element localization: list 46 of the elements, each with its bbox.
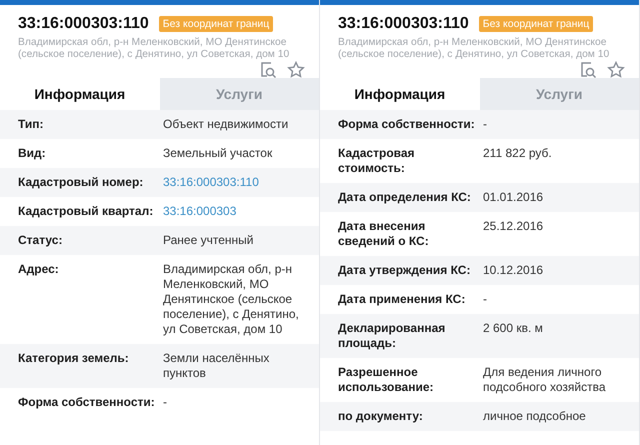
field-label: Декларированная площадь: [338, 321, 446, 351]
star-icon[interactable] [607, 61, 625, 79]
tab[interactable]: Услуги [480, 78, 639, 110]
star-icon[interactable] [287, 61, 305, 79]
field-value: 211 822 руб. [483, 146, 553, 162]
address-subtitle: Владимирская обл, р-н Меленковский, МО Денятинское (сельское поселение), с Денятино, ул Советская, дом 10 [338, 37, 610, 61]
field-value: личное подсобное [483, 409, 587, 424]
field-value: 2 600 кв. м [483, 321, 544, 337]
field-label: Дата определения КС: [338, 190, 472, 205]
field-value: Земельный участок [163, 146, 274, 161]
value-link[interactable]: 33:16:000303 [163, 204, 305, 219]
cadastral-number-title: 33:16:000303:110 [18, 15, 149, 33]
status-badge: Без координат границ [478, 16, 594, 32]
field-label: Дата утверждения КС: [338, 263, 472, 278]
field-label: Статус: [18, 233, 64, 248]
field-label: Категория земель: [18, 351, 130, 367]
map-search-icon[interactable] [259, 61, 277, 79]
field-label: Дата применения КС: [338, 292, 466, 307]
field-value: - [163, 395, 168, 410]
value-link[interactable]: 33:16:000303:110 [163, 175, 305, 190]
field-label: Кадастровая стоимость: [338, 146, 416, 176]
status-badge: Без координат границ [158, 16, 274, 32]
field-label: Форма собственности: [18, 395, 155, 410]
field-label: Вид: [18, 146, 47, 161]
field-value: - [483, 292, 488, 307]
field-value: Земли населённых пунктов [163, 351, 270, 381]
field-value: 10.12.2016 [483, 263, 544, 278]
address-subtitle: Владимирская обл, р-н Меленковский, МО Денятинское (сельское поселение), с Денятино, ул Советская, дом 10 [18, 37, 290, 61]
map-search-icon[interactable] [579, 61, 597, 79]
field-value: Для ведения личного подсобного хозяйства [483, 365, 607, 395]
field-label: по документу: [338, 409, 424, 424]
field-value: - [483, 117, 488, 132]
field-label: Кадастровый квартал: [18, 204, 154, 219]
field-label: Дата внесения сведений о КС: [338, 219, 430, 249]
field-value: 25.12.2016 [483, 219, 544, 235]
tab[interactable]: Услуги [160, 78, 319, 110]
field-label: Форма собственности: [338, 117, 475, 132]
field-value: Ранее учтенный [163, 233, 254, 248]
field-value: 01.01.2016 [483, 190, 544, 205]
field-label: Разрешенное использование: [338, 365, 435, 395]
field-label: Кадастровый номер: [18, 175, 144, 190]
field-value: Владимирская обл, р-н Меленковский, МО Денятинское (сельское поселение), с Денятино, ул Советская, дом 10 [163, 262, 300, 337]
cadastral-number-title: 33:16:000303:110 [338, 15, 469, 33]
field-label: Адрес: [18, 262, 60, 278]
field-label: Тип: [18, 117, 44, 132]
field-value: Объект недвижимости [163, 117, 290, 132]
